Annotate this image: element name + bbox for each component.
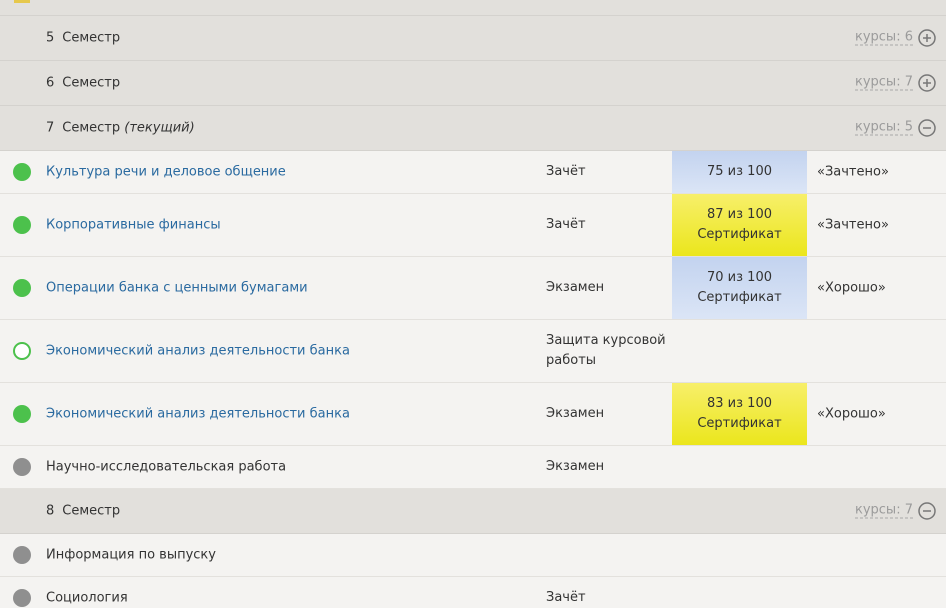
- semester-word: Семестр: [62, 75, 121, 91]
- assessment-type: Экзамен: [546, 459, 605, 474]
- course-row: Экономический анализ деятельности банка …: [0, 383, 946, 446]
- grade-text: «Хорошо»: [817, 406, 886, 422]
- courses-prefix: курсы:: [854, 119, 901, 135]
- score-value: 75 из 100: [707, 164, 772, 179]
- course-row: Операции банка с ценными бумагами Экзаме…: [0, 257, 946, 320]
- courses-prefix: курсы:: [854, 502, 901, 518]
- course-title-link[interactable]: Экономический анализ деятельности банка: [46, 344, 350, 359]
- score-value: 70 из 100: [707, 270, 772, 285]
- assessment-type: Экзамен: [546, 406, 605, 421]
- score-badge: 83 из 100 Сертификат: [672, 383, 807, 445]
- course-row: Культура речи и деловое общение Зачёт 75…: [0, 151, 946, 194]
- collapse-minus-icon[interactable]: [918, 502, 936, 520]
- semester-number: 7: [46, 120, 55, 136]
- grade-text: «Зачтено»: [817, 217, 889, 233]
- status-passed-icon: [13, 163, 31, 181]
- status-passed-icon: [13, 279, 31, 297]
- certificate-label[interactable]: Сертификат: [697, 414, 781, 434]
- semester-label: 5 Семестр: [46, 31, 120, 46]
- collapse-minus-icon[interactable]: [918, 119, 936, 137]
- courses-count-value: 7: [904, 502, 913, 518]
- semester-header-previous: [0, 0, 946, 16]
- courses-count-value: 5: [904, 119, 913, 135]
- courses-count-value: 6: [904, 29, 913, 45]
- current-semester-tag: (текущий): [124, 120, 195, 136]
- course-row: Информация по выпуску: [0, 534, 946, 577]
- semester-label: 8 Семестр: [46, 504, 120, 519]
- courses-prefix: курсы:: [854, 29, 901, 45]
- status-in-progress-icon: [13, 342, 31, 360]
- certificate-label[interactable]: Сертификат: [697, 288, 781, 308]
- score-value: 87 из 100: [707, 207, 772, 222]
- assessment-type: Зачёт: [546, 217, 586, 232]
- semester-marker: [14, 0, 30, 3]
- course-title: Социология: [46, 590, 128, 606]
- status-passed-icon: [13, 405, 31, 423]
- score-badge: 87 из 100 Сертификат: [672, 194, 807, 256]
- score-badge: 70 из 100 Сертификат: [672, 257, 807, 319]
- semester-header-8[interactable]: 8 Семестр курсы: 7: [0, 489, 946, 534]
- status-passed-icon: [13, 216, 31, 234]
- semester-word: Семестр: [62, 120, 121, 136]
- courses-count[interactable]: курсы: 7: [854, 74, 913, 91]
- courses-count[interactable]: курсы: 7: [854, 502, 913, 519]
- assessment-type: Зачёт: [546, 590, 586, 605]
- courses-count[interactable]: курсы: 6: [854, 29, 913, 46]
- status-inactive-icon: [13, 589, 31, 607]
- course-title: Информация по выпуску: [46, 547, 216, 563]
- course-row: Социология Зачёт: [0, 577, 946, 607]
- expand-plus-icon[interactable]: [918, 74, 936, 92]
- expand-plus-icon[interactable]: [918, 29, 936, 47]
- score-badge: 75 из 100: [672, 151, 807, 193]
- score-value: 83 из 100: [707, 396, 772, 411]
- course-title-link[interactable]: Экономический анализ деятельности банка: [46, 407, 350, 422]
- course-title-link[interactable]: Корпоративные финансы: [46, 218, 221, 233]
- course-title: Научно-исследовательская работа: [46, 459, 287, 475]
- semester-word: Семестр: [62, 30, 121, 46]
- status-inactive-icon: [13, 546, 31, 564]
- semester-number: 5: [46, 30, 55, 46]
- semester-number: 8: [46, 503, 55, 519]
- course-title-link[interactable]: Культура речи и деловое общение: [46, 165, 286, 180]
- semester-header-5[interactable]: 5 Семестр курсы: 6: [0, 16, 946, 61]
- courses-prefix: курсы:: [854, 74, 901, 90]
- grade-text: «Зачтено»: [817, 164, 889, 180]
- semester-word: Семестр: [62, 503, 121, 519]
- courses-count[interactable]: курсы: 5: [854, 119, 913, 136]
- semester-number: 6: [46, 75, 55, 91]
- semester-label: 7 Семестр (текущий): [46, 121, 195, 136]
- assessment-type: Защита курсовой работы: [546, 333, 666, 368]
- assessment-type: Экзамен: [546, 280, 605, 295]
- grade-text: «Хорошо»: [817, 280, 886, 296]
- semester-label: 6 Семестр: [46, 76, 120, 91]
- course-row: Экономический анализ деятельности банка …: [0, 320, 946, 383]
- assessment-type: Зачёт: [546, 164, 586, 179]
- certificate-label[interactable]: Сертификат: [697, 225, 781, 245]
- course-title-link[interactable]: Операции банка с ценными бумагами: [46, 281, 308, 296]
- semester-header-6[interactable]: 6 Семестр курсы: 7: [0, 61, 946, 106]
- courses-count-value: 7: [904, 74, 913, 90]
- course-row: Корпоративные финансы Зачёт 87 из 100 Сер…: [0, 194, 946, 257]
- course-row: Научно-исследовательская работа Экзамен: [0, 446, 946, 489]
- semester-header-7[interactable]: 7 Семестр (текущий) курсы: 5: [0, 106, 946, 151]
- status-inactive-icon: [13, 458, 31, 476]
